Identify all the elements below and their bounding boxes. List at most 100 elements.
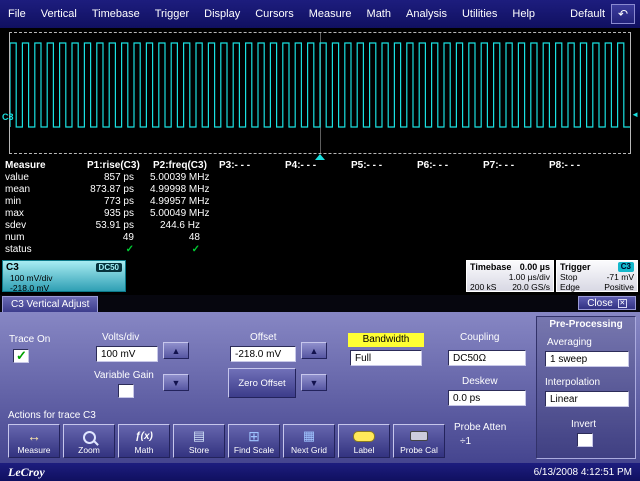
probe-cal-button[interactable]: Probe Cal [393, 424, 445, 458]
measure-value [216, 244, 282, 256]
measure-value [414, 244, 480, 256]
measure-value [348, 208, 414, 220]
measure-value [480, 232, 546, 244]
next-grid-button[interactable]: Next Grid [283, 424, 335, 458]
menu-item-math[interactable]: Math [367, 8, 391, 20]
invert-checkbox[interactable] [577, 433, 593, 447]
deskew-field[interactable]: 0.0 ps [448, 390, 526, 406]
find-scale-button[interactable]: Find Scale [228, 424, 280, 458]
grid-frame [9, 32, 631, 154]
measure-row-label: min [0, 196, 84, 208]
trigger-level: -71 mV [607, 272, 634, 282]
measure-value [414, 208, 480, 220]
measure-table: MeasureP1:rise(C3)P2:freq(C3)P3:- - -P4:… [0, 160, 640, 257]
measure-value [282, 208, 348, 220]
store-icon [174, 428, 224, 444]
probe-atten-label: Probe Atten [454, 422, 506, 433]
measure-value [480, 172, 546, 184]
measure-value: 4.99957 MHz [150, 196, 216, 208]
zero-offset-button[interactable]: Zero Offset [228, 368, 296, 398]
measure-row-sdev: sdev53.91 ps244.6 Hz [0, 220, 640, 232]
channel-c3-descriptor[interactable]: C3 DC50 100 mV/div -218.0 mV [2, 260, 126, 292]
measure-value: 5.00049 MHz [150, 208, 216, 220]
volts-div-label: Volts/div [102, 332, 139, 343]
measure-value [546, 244, 612, 256]
close-button[interactable]: Close ✕ [578, 296, 636, 310]
measure-value [348, 244, 414, 256]
volts-div-up-icon[interactable]: ▲ [163, 342, 189, 359]
measure-value: 873.87 ps [84, 184, 150, 196]
measure-col-p4: P4:- - - [282, 160, 348, 172]
measure-header-row: MeasureP1:rise(C3)P2:freq(C3)P3:- - -P4:… [0, 160, 640, 172]
menu-item-timebase[interactable]: Timebase [92, 8, 140, 20]
volts-div-field[interactable]: 100 mV [96, 346, 158, 362]
offset-up-icon[interactable]: ▲ [301, 342, 327, 359]
math-icon [119, 428, 169, 444]
label-icon [339, 428, 389, 444]
trigger-descriptor[interactable]: Trigger C3 Stop -71 mV Edge Positive [556, 260, 638, 292]
volts-div-down-icon[interactable]: ▼ [163, 374, 189, 391]
timebase-samples: 200 kS [470, 282, 496, 292]
invert-label: Invert [571, 419, 596, 430]
measure-row-label: max [0, 208, 84, 220]
store-button[interactable]: Store [173, 424, 225, 458]
measure-value [282, 244, 348, 256]
pre-processing-panel: Pre-Processing Averaging 1 sweep Interpo… [536, 316, 636, 459]
trace-on-label: Trace On [9, 334, 50, 345]
menu-item-analysis[interactable]: Analysis [406, 8, 447, 20]
status-check-icon: ✓ [84, 244, 150, 256]
measure-header: Measure [0, 160, 84, 172]
variable-gain-checkbox[interactable] [118, 384, 134, 398]
math-button[interactable]: Math [118, 424, 170, 458]
close-icon: ✕ [618, 299, 627, 308]
probe-atten-value[interactable]: ÷1 [460, 436, 471, 447]
trigger-slope: Positive [604, 282, 634, 292]
dialog-body: Trace On Volts/div 100 mV ▲ ▼ Variable G… [0, 312, 640, 463]
interpolation-select[interactable]: Linear [545, 391, 629, 407]
status-bar: LeCroy 6/13/2008 4:12:51 PM [0, 463, 640, 481]
measure-value: 48 [150, 232, 216, 244]
channel-zero-marker[interactable]: C3 [2, 112, 14, 122]
offset-down-icon[interactable]: ▼ [301, 374, 327, 391]
timebase-delay: 0.00 µs [520, 262, 550, 272]
timebase-descriptor[interactable]: Timebase 0.00 µs 1.00 µs/div 200 kS 20.0… [466, 260, 554, 292]
menu-item-help[interactable]: Help [512, 8, 535, 20]
measure-button[interactable]: Measure [8, 424, 60, 458]
measure-value [546, 220, 612, 232]
menu-item-trigger[interactable]: Trigger [155, 8, 189, 20]
menu-item-vertical[interactable]: Vertical [41, 8, 77, 20]
undo-icon[interactable]: ↶ [611, 4, 635, 24]
menu-item-measure[interactable]: Measure [309, 8, 352, 20]
next-grid-icon [284, 428, 334, 444]
default-setup-button[interactable]: Default [570, 8, 605, 20]
measure-value [546, 232, 612, 244]
menu-item-utilities[interactable]: Utilities [462, 8, 497, 20]
menu-item-file[interactable]: File [8, 8, 26, 20]
averaging-field[interactable]: 1 sweep [545, 351, 629, 367]
offset-field[interactable]: -218.0 mV [230, 346, 296, 362]
coupling-select[interactable]: DC50Ω [448, 350, 526, 366]
label-button[interactable]: Label [338, 424, 390, 458]
action-buttons-row: MeasureZoomMathStoreFind ScaleNext GridL… [8, 424, 445, 458]
trigger-source-badge: C3 [618, 262, 634, 272]
trigger-mode: Stop [560, 272, 578, 282]
trigger-level-marker[interactable]: ◄ [631, 110, 639, 119]
measure-row-num: num4948 [0, 232, 640, 244]
channel-scale: 100 mV/div [6, 273, 122, 283]
channel-label: C3 [6, 262, 19, 273]
trace-on-checkbox[interactable] [13, 349, 29, 363]
zoom-button[interactable]: Zoom [63, 424, 115, 458]
bandwidth-select[interactable]: Full [350, 350, 422, 366]
measure-value [348, 172, 414, 184]
tab-c3-vertical-adjust[interactable]: C3 Vertical Adjust [2, 296, 98, 312]
measure-value [480, 196, 546, 208]
menu-item-display[interactable]: Display [204, 8, 240, 20]
menu-item-cursors[interactable]: Cursors [255, 8, 294, 20]
measure-value [282, 232, 348, 244]
dialog-tab-row: C3 Vertical Adjust Close ✕ [0, 295, 640, 312]
coupling-badge: DC50 [96, 263, 122, 272]
measure-row-max: max935 ps5.00049 MHz [0, 208, 640, 220]
channel-trace [10, 33, 630, 153]
measure-value: 857 ps [84, 172, 150, 184]
oscilloscope-screen: File Vertical Timebase Trigger Display Cursor… [0, 0, 640, 481]
